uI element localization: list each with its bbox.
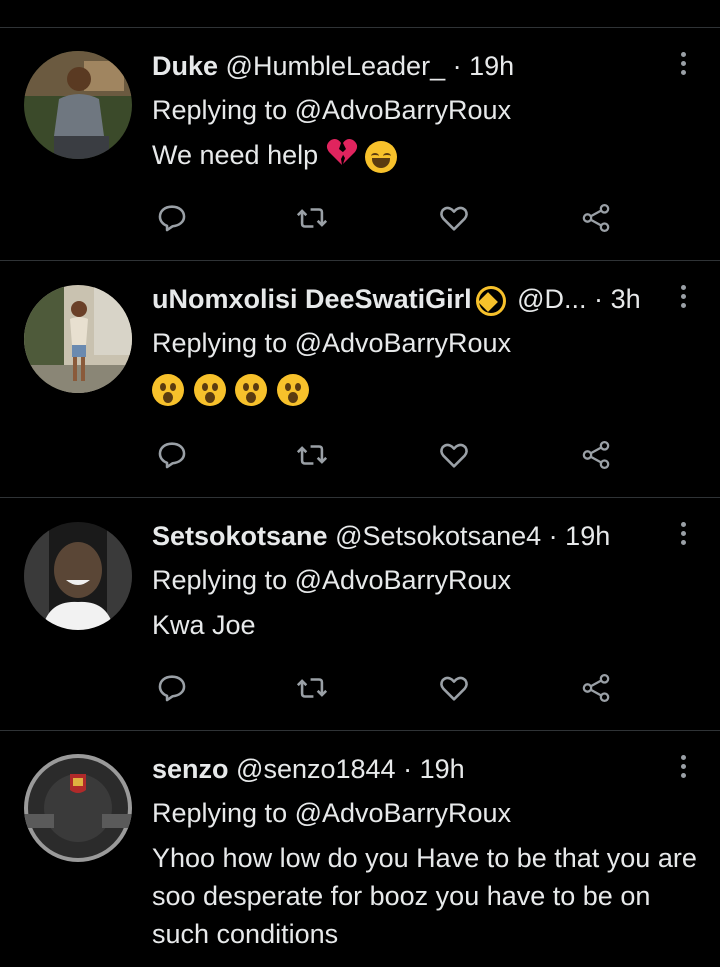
astonished-emoji	[235, 373, 268, 406]
display-name[interactable]: Setsokotsane	[152, 521, 328, 551]
astonished-emoji	[152, 373, 184, 406]
user-handle[interactable]: @Setsokotsane4	[335, 521, 541, 551]
user-handle[interactable]: @HumbleLeader_	[226, 51, 446, 81]
retweet-icon[interactable]	[292, 198, 332, 238]
reply-tweet[interactable]: senzo @senzo1844 · 19h Replying to @Advo…	[0, 731, 720, 967]
tweet-text: Yhoo how low do you Have to be that you …	[152, 843, 697, 949]
share-icon[interactable]	[576, 435, 616, 475]
like-icon[interactable]	[434, 435, 474, 475]
reply-tweet[interactable]: uNomxolisi DeeSwatiGirl @D... · 3h Reply…	[0, 261, 720, 498]
dizzy-emoji	[475, 285, 506, 316]
reply-tweet[interactable]: Duke @HumbleLeader_ · 19h Replying to @A…	[0, 28, 720, 261]
replying-to[interactable]: Replying to @AdvoBarryRoux	[152, 793, 511, 833]
tweet-header: uNomxolisi DeeSwatiGirl @D... · 3h	[152, 279, 660, 319]
tweet-text: We need help	[152, 136, 700, 177]
avatar[interactable]	[24, 285, 132, 393]
timestamp[interactable]: 19h	[469, 51, 514, 81]
astonished-emoji	[193, 373, 226, 406]
tweet-text: Kwa Joe	[152, 610, 256, 640]
action-bar	[152, 198, 622, 238]
separator-dot: ·	[452, 51, 462, 81]
broken-heart-emoji	[326, 137, 358, 177]
share-icon[interactable]	[576, 668, 616, 708]
reply-icon[interactable]	[152, 435, 192, 475]
retweet-icon[interactable]	[292, 435, 332, 475]
display-name[interactable]: Duke	[152, 51, 218, 81]
more-options-icon[interactable]	[676, 755, 690, 785]
more-options-icon[interactable]	[676, 522, 690, 552]
tweet-text-content: We need help	[152, 140, 319, 170]
like-icon[interactable]	[434, 668, 474, 708]
display-name[interactable]: senzo	[152, 754, 229, 784]
tweet-header: Setsokotsane @Setsokotsane4 · 19h	[152, 516, 660, 556]
timestamp[interactable]: 19h	[565, 521, 610, 551]
reply-icon[interactable]	[152, 668, 192, 708]
more-options-icon[interactable]	[676, 52, 690, 82]
user-handle[interactable]: @senzo1844	[236, 754, 396, 784]
avatar[interactable]	[24, 51, 132, 159]
display-name[interactable]: uNomxolisi DeeSwatiGirl	[152, 284, 472, 314]
reply-tweet[interactable]: Setsokotsane @Setsokotsane4 · 19h Replyi…	[0, 498, 720, 731]
replying-to[interactable]: Replying to @AdvoBarryRoux	[152, 560, 511, 600]
like-icon[interactable]	[434, 198, 474, 238]
avatar[interactable]	[24, 754, 132, 862]
avatar[interactable]	[24, 522, 132, 630]
tweet-header: senzo @senzo1844 · 19h	[152, 749, 660, 789]
action-bar	[152, 668, 622, 708]
astonished-emoji	[276, 373, 309, 406]
timestamp[interactable]: 19h	[420, 754, 465, 784]
timestamp[interactable]: 3h	[611, 284, 641, 314]
reply-icon[interactable]	[152, 198, 192, 238]
tears-of-joy-emoji	[365, 140, 398, 173]
tweet-text	[152, 369, 700, 407]
retweet-icon[interactable]	[292, 668, 332, 708]
share-icon[interactable]	[576, 198, 616, 238]
top-divider	[0, 0, 720, 28]
user-handle[interactable]: @D...	[517, 284, 586, 314]
separator-dot: ·	[403, 754, 413, 784]
replying-to[interactable]: Replying to @AdvoBarryRoux	[152, 90, 511, 130]
action-bar	[152, 435, 622, 475]
separator-dot: ·	[594, 284, 604, 314]
tweet-header: Duke @HumbleLeader_ · 19h	[152, 46, 660, 86]
more-options-icon[interactable]	[676, 285, 690, 315]
separator-dot: ·	[548, 521, 558, 551]
replying-to[interactable]: Replying to @AdvoBarryRoux	[152, 323, 511, 363]
